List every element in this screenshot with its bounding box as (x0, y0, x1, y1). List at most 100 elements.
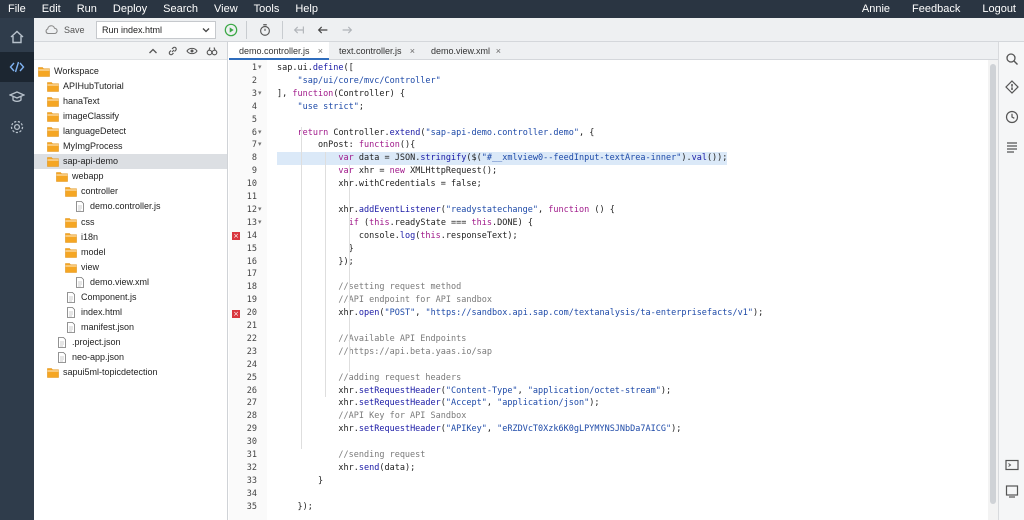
line-number: 10 (246, 179, 257, 190)
tree-folder[interactable]: imageClassify (34, 109, 227, 124)
collapse-all-icon[interactable] (147, 45, 159, 57)
line-number: 23 (246, 346, 257, 357)
editor-tab[interactable]: text.controller.js × (329, 42, 421, 60)
search-icon[interactable] (1003, 50, 1021, 68)
code-editor[interactable]: 1 ▾ 2 3 ▾ 4 5 6 ▾ 7 ▾ 8 9 10 11 12 ▾ 13 ▾ 14 × 15 16 17 18 19 20 × 2… (229, 60, 998, 520)
tree-file[interactable]: index.html (34, 305, 227, 320)
settings-icon[interactable] (0, 112, 34, 142)
tree-file[interactable]: neo-app.json (34, 350, 227, 365)
fold-toggle-icon[interactable]: ▾ (258, 204, 265, 217)
tree-folder[interactable]: sap-api-demo (34, 154, 227, 170)
code-line: "sap/ui/core/mvc/Controller" (297, 75, 441, 86)
tree-folder[interactable]: hanaText (34, 94, 227, 109)
menu-item[interactable]: Search (163, 0, 198, 18)
tree-item-label: imageClassify (63, 111, 120, 122)
close-icon[interactable]: × (410, 42, 415, 60)
tree-folder[interactable]: i18n (34, 230, 227, 245)
learning-icon[interactable] (0, 82, 34, 112)
git-icon[interactable] (1003, 78, 1021, 96)
run-config-select[interactable]: Run index.html (96, 21, 216, 39)
code-line: //adding request headers (277, 372, 462, 383)
eye-icon[interactable] (186, 45, 198, 57)
line-number: 34 (246, 488, 257, 499)
forward-button[interactable] (338, 21, 356, 39)
code-icon[interactable] (0, 52, 34, 82)
logout-link[interactable]: Logout (982, 0, 1016, 18)
editor-scrollbar[interactable] (988, 60, 998, 520)
tree-folder[interactable]: APIHubTutorial (34, 79, 227, 94)
tree-file[interactable]: Component.js (34, 290, 227, 305)
tree-file[interactable]: demo.controller.js (34, 199, 227, 214)
tree-folder[interactable]: Workspace (34, 64, 227, 79)
line-number: 19 (246, 295, 257, 306)
file-icon (74, 201, 86, 213)
line-number: 12 (246, 204, 257, 215)
code-line: ], function(Controller) { (277, 88, 405, 99)
tree-file[interactable]: demo.view.xml (34, 275, 227, 290)
menu-item[interactable]: Run (77, 0, 97, 18)
console-icon[interactable] (1003, 456, 1021, 474)
scrollbar-thumb[interactable] (990, 64, 996, 504)
editor-tab[interactable]: demo.controller.js × (229, 42, 329, 60)
folder-icon (47, 156, 59, 168)
menu-item[interactable]: Edit (42, 0, 61, 18)
error-marker-icon[interactable]: × (232, 309, 240, 318)
tree-item-label: sapui5ml-topicdetection (63, 367, 158, 377)
fold-toggle-icon[interactable]: ▾ (258, 88, 265, 101)
code-line: if (this.readyState === this.DONE) { (348, 217, 533, 228)
fold-toggle-icon[interactable]: ▾ (258, 127, 265, 140)
history-icon[interactable] (1003, 108, 1021, 126)
line-number: 1 (251, 63, 257, 73)
run-button[interactable] (222, 21, 240, 39)
line-number: 11 (246, 192, 257, 202)
line-number: 28 (246, 411, 257, 422)
problems-icon[interactable] (1003, 482, 1021, 500)
editor-tab[interactable]: demo.view.xml × (421, 42, 507, 60)
tree-item-label: neo-app.json (72, 351, 125, 362)
tree-file[interactable]: manifest.json (34, 320, 227, 335)
code-line: onPost: function(){ (277, 140, 416, 151)
feedback-link[interactable]: Feedback (912, 0, 960, 18)
outline-icon[interactable] (1003, 138, 1021, 156)
line-number: 33 (246, 475, 257, 486)
user-menu[interactable]: Annie (862, 0, 890, 18)
tree-folder[interactable]: model (34, 245, 227, 260)
back-button[interactable] (314, 21, 332, 39)
binoculars-icon[interactable] (206, 45, 218, 57)
menu-item[interactable]: Deploy (113, 0, 147, 18)
close-icon[interactable]: × (496, 42, 501, 60)
line-number: 17 (246, 269, 257, 280)
folder-icon (47, 126, 59, 137)
tree-folder[interactable]: MyImgProcess (34, 139, 227, 154)
tree-folder[interactable]: controller (34, 184, 227, 199)
tree-file[interactable]: .project.json (34, 335, 227, 350)
back-disabled-button[interactable] (290, 21, 308, 39)
error-marker-icon[interactable]: × (232, 232, 240, 241)
save-button[interactable]: Save (44, 22, 85, 38)
fold-toggle-icon[interactable]: ▾ (258, 62, 265, 75)
right-rail (998, 42, 1024, 520)
debug-button[interactable] (256, 21, 274, 39)
line-number: 22 (246, 333, 257, 344)
menu-item[interactable]: Tools (254, 0, 280, 18)
tree-folder[interactable]: view (34, 260, 227, 275)
line-number: 25 (246, 372, 257, 383)
chevron-down-icon (202, 28, 210, 33)
tree-folder[interactable]: languageDetect (34, 124, 227, 139)
menu-item[interactable]: View (214, 0, 238, 18)
menu-item[interactable]: File (8, 0, 26, 18)
tree-item-label: languageDetect (63, 126, 127, 137)
tree-item-label: MyImgProcess (63, 141, 123, 152)
link-icon[interactable] (167, 45, 179, 57)
tree-folder[interactable]: webapp (34, 169, 227, 184)
fold-toggle-icon[interactable]: ▾ (258, 139, 265, 152)
file-icon (56, 352, 68, 363)
tree-folder[interactable]: css (34, 215, 227, 230)
menu-item[interactable]: Help (295, 0, 318, 18)
tree-folder[interactable]: sapui5ml-topicdetection (34, 365, 227, 380)
close-icon[interactable]: × (318, 42, 323, 60)
home-icon[interactable] (0, 22, 34, 52)
tree-item-label: webapp (72, 171, 104, 182)
fold-toggle-icon[interactable]: ▾ (258, 217, 265, 230)
folder-icon (47, 81, 59, 92)
